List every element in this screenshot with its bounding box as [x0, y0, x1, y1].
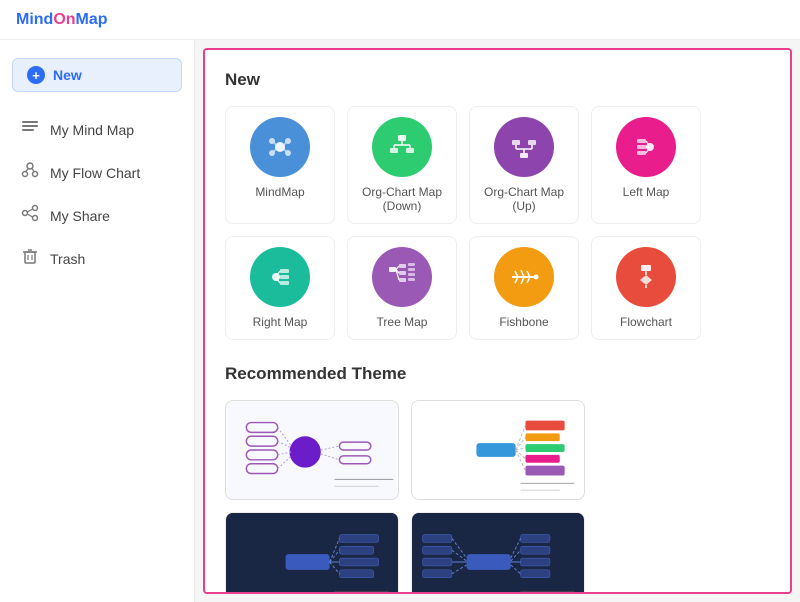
org-up-icon [494, 117, 554, 177]
theme-grid [225, 400, 770, 594]
sidebar-label-my-share: My Share [50, 208, 110, 224]
new-button[interactable]: + New [12, 58, 182, 92]
map-item-tree-map[interactable]: Tree Map [347, 236, 457, 340]
sidebar-label-trash: Trash [50, 251, 85, 267]
map-item-mindmap[interactable]: MindMap [225, 106, 335, 224]
sidebar-item-my-mind-map[interactable]: My Mind Map [0, 108, 194, 151]
map-item-org-up[interactable]: Org-Chart Map (Up) [469, 106, 579, 224]
org-down-label: Org-Chart Map(Down) [362, 185, 442, 213]
theme-preview-3 [226, 513, 398, 594]
org-up-label: Org-Chart Map (Up) [482, 185, 566, 213]
header: MindOnMap [0, 0, 800, 40]
map-item-left-map[interactable]: Left Map [591, 106, 701, 224]
sidebar-item-trash[interactable]: Trash [0, 237, 194, 280]
tree-map-icon [372, 247, 432, 307]
map-item-right-map[interactable]: Right Map [225, 236, 335, 340]
theme-preview-2 [412, 401, 584, 499]
sidebar-item-my-share[interactable]: My Share [0, 194, 194, 237]
map-item-flowchart[interactable]: Flowchart [591, 236, 701, 340]
theme-item-1[interactable] [225, 400, 399, 500]
right-map-icon [250, 247, 310, 307]
theme-item-3[interactable] [225, 512, 399, 594]
logo: MindOnMap [16, 11, 108, 29]
theme-item-2[interactable] [411, 400, 585, 500]
mind-map-icon [20, 118, 40, 141]
map-item-fishbone[interactable]: Fishbone [469, 236, 579, 340]
theme-item-4[interactable] [411, 512, 585, 594]
theme-preview-4 [412, 513, 584, 594]
map-items-grid: MindMap O [225, 106, 770, 340]
tree-map-label: Tree Map [377, 315, 428, 329]
new-button-icon: + [27, 66, 45, 84]
mindmap-label: MindMap [255, 185, 304, 199]
theme-preview-1 [226, 401, 398, 499]
share-icon [20, 204, 40, 227]
sidebar-item-my-flow-chart[interactable]: My Flow Chart [0, 151, 194, 194]
sidebar-label-my-flow-chart: My Flow Chart [50, 165, 140, 181]
left-map-label: Left Map [623, 185, 670, 199]
fishbone-label: Fishbone [499, 315, 548, 329]
new-button-label: New [53, 67, 82, 83]
flow-chart-icon [20, 161, 40, 184]
theme-section-title: Recommended Theme [225, 364, 770, 384]
content-area: New [203, 48, 792, 594]
trash-icon [20, 247, 40, 270]
app-container: MindOnMap + New My Mind Map [0, 0, 800, 602]
logo-text: MindOnMap [16, 11, 108, 29]
sidebar-label-my-mind-map: My Mind Map [50, 122, 134, 138]
left-map-icon [616, 117, 676, 177]
sidebar: + New My Mind Map [0, 40, 195, 602]
new-section-title: New [225, 70, 770, 90]
fishbone-icon [494, 247, 554, 307]
flowchart-icon [616, 247, 676, 307]
flowchart-label: Flowchart [620, 315, 672, 329]
right-map-label: Right Map [253, 315, 308, 329]
main-layout: + New My Mind Map [0, 40, 800, 602]
mindmap-icon [250, 117, 310, 177]
map-item-org-down[interactable]: Org-Chart Map(Down) [347, 106, 457, 224]
org-down-icon [372, 117, 432, 177]
